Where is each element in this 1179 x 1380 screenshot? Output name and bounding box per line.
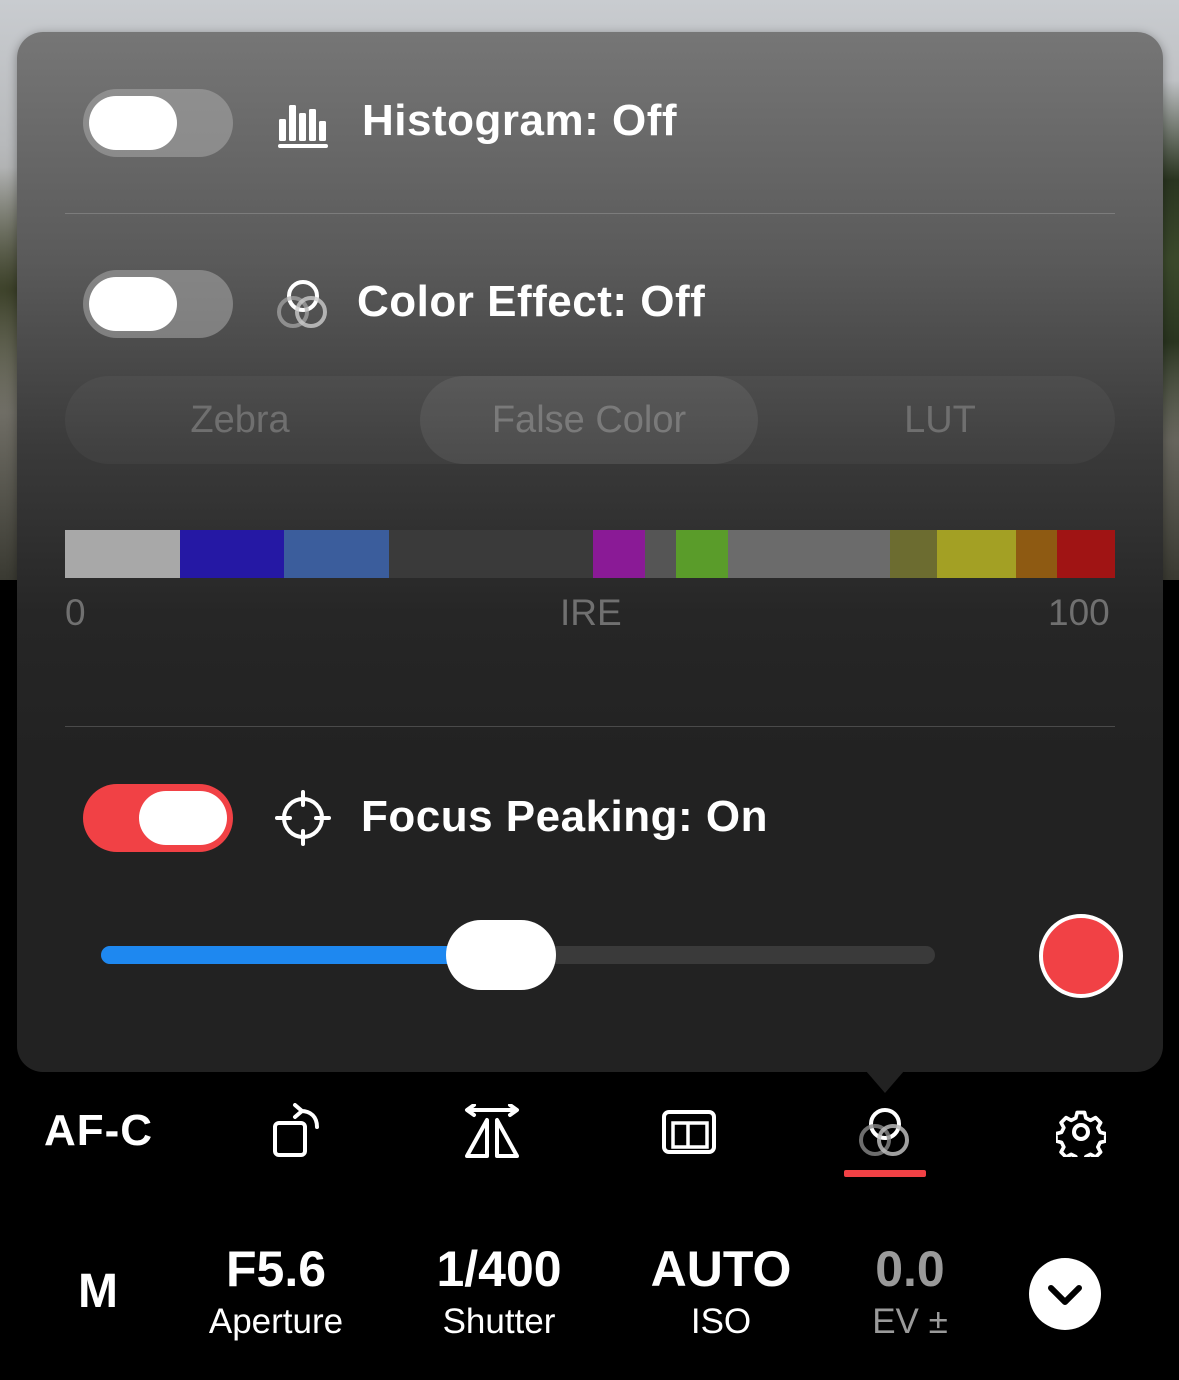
color-circles-icon (277, 280, 327, 328)
false-color-band (179, 530, 285, 578)
divider (65, 213, 1115, 214)
peaking-color-swatch[interactable] (1039, 914, 1123, 998)
flip-button[interactable] (460, 1100, 524, 1164)
mode-lut[interactable]: LUT (765, 376, 1115, 464)
ev-control[interactable]: 0.0 EV ± (800, 1240, 1020, 1344)
shutter-control[interactable]: 1/400 Shutter (389, 1240, 609, 1344)
false-color-band (644, 530, 677, 578)
ire-unit-label: IRE (560, 592, 622, 633)
focus-peaking-toggle[interactable] (83, 784, 233, 852)
shutter-label: Shutter (442, 1302, 556, 1341)
rotate-button[interactable] (270, 1100, 326, 1164)
toggle-knob (89, 96, 177, 150)
aperture-value: F5.6 (225, 1241, 327, 1297)
expand-button[interactable] (1029, 1258, 1101, 1330)
color-circles-icon (859, 1108, 909, 1156)
active-tab-indicator (844, 1170, 926, 1177)
false-color-band (65, 530, 180, 578)
rotate-icon (273, 1103, 319, 1157)
gear-icon (1056, 1110, 1106, 1157)
toggle-knob (89, 277, 177, 331)
false-color-band (1015, 530, 1058, 578)
iso-value: AUTO (650, 1241, 792, 1297)
ev-label: EV ± (872, 1302, 948, 1341)
ire-min-label: 0 (65, 592, 86, 633)
slider-fill (101, 946, 502, 964)
histogram-label: Histogram: Off (362, 96, 677, 145)
af-mode-button[interactable]: AF-C (44, 1106, 153, 1156)
false-color-band (592, 530, 645, 578)
color-effect-toggle[interactable] (83, 270, 233, 338)
panel-pointer (866, 1071, 904, 1093)
false-color-band (388, 530, 593, 578)
shutter-value: 1/400 (436, 1241, 562, 1297)
flip-icon (465, 1104, 519, 1158)
chevron-down-icon (1048, 1285, 1082, 1305)
false-color-band (284, 530, 389, 578)
exposure-mode[interactable]: M (78, 1264, 118, 1319)
mode-false-color[interactable]: False Color (420, 376, 758, 464)
slider-thumb[interactable] (446, 920, 557, 990)
mode-zebra[interactable]: Zebra (65, 376, 415, 464)
divider (65, 726, 1115, 727)
ev-value: 0.0 (875, 1241, 945, 1297)
frame-guide-icon (662, 1110, 716, 1154)
iso-label: ISO (690, 1302, 752, 1341)
color-effect-mode-selector: Zebra False Color LUT (65, 376, 1115, 464)
false-color-band (1057, 530, 1115, 578)
frame-guide-button[interactable] (659, 1100, 719, 1164)
histogram-icon (278, 105, 328, 148)
aperture-control[interactable]: F5.6 Aperture (166, 1240, 386, 1344)
false-color-band (937, 530, 1016, 578)
crosshair-icon (275, 790, 331, 846)
false-color-band (890, 530, 938, 578)
aperture-label: Aperture (208, 1302, 344, 1341)
false-color-band (728, 530, 891, 578)
color-effect-label: Color Effect: Off (357, 277, 706, 326)
false-color-band (676, 530, 729, 578)
color-effects-tab[interactable] (855, 1100, 915, 1164)
settings-button[interactable] (1053, 1100, 1109, 1164)
ire-max-label: 100 (1048, 592, 1110, 633)
iso-control[interactable]: AUTO ISO (611, 1240, 831, 1344)
monitoring-panel: Histogram: Off Color Effect: Off Zebra F… (17, 32, 1163, 1072)
focus-peaking-label: Focus Peaking: On (361, 792, 769, 841)
toggle-knob (139, 791, 227, 845)
false-color-scale-bar (65, 530, 1115, 578)
histogram-toggle[interactable] (83, 89, 233, 157)
